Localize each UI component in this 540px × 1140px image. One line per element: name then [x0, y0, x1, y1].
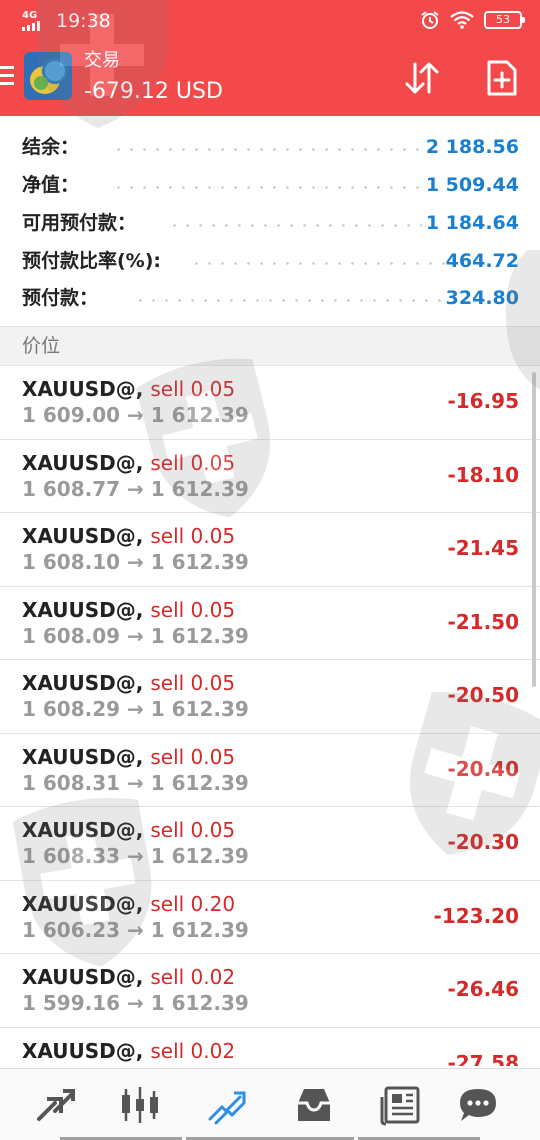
- order-profit: -26.46: [447, 977, 519, 1001]
- order-profit: -18.10: [447, 462, 519, 487]
- list-item[interactable]: XAUUSD@, sell 0.05 1 608.10 → 1 612.39 -…: [0, 513, 540, 587]
- equity-label: 净值：: [22, 174, 80, 196]
- margin-value: 324.80: [445, 287, 519, 309]
- list-item[interactable]: XAUUSD@, sell 0.05 1 609.00 → 1 612.39 -…: [0, 366, 540, 440]
- news-icon[interactable]: [378, 1083, 422, 1127]
- order-side: sell 0.05: [150, 597, 236, 622]
- order-prices: 1 606.23 → 1 612.39: [22, 917, 249, 942]
- order-side: sell 0.02: [150, 965, 236, 989]
- page-title: 交易: [84, 50, 120, 71]
- network-type: 4G: [22, 10, 38, 21]
- equity-value: 1 509.44: [425, 174, 519, 196]
- signal-icon: [22, 21, 40, 31]
- wifi-icon: [450, 11, 474, 29]
- list-item[interactable]: XAUUSD@, sell 0.20 1 606.23 → 1 612.39 -…: [0, 881, 540, 954]
- positions-list[interactable]: XAUUSD@, sell 0.05 1 609.00 → 1 612.39 -…: [0, 366, 540, 1066]
- order-side: sell 0.20: [150, 891, 236, 916]
- balance-value: 2 188.56: [425, 136, 519, 158]
- order-symbol: XAUUSD@,: [22, 891, 144, 916]
- history-icon[interactable]: [292, 1083, 336, 1127]
- order-prices: 1 608.09 → 1 612.39: [22, 623, 249, 648]
- bottom-navigation: [0, 1068, 540, 1140]
- status-bar: 4G 19:38 53: [0, 0, 540, 42]
- order-side: sell 0.05: [150, 671, 236, 695]
- order-prices: 1 608.31 → 1 612.39: [22, 770, 249, 795]
- scrollbar[interactable]: [532, 372, 536, 687]
- status-time: 19:38: [56, 10, 111, 32]
- order-side: sell 0.02: [150, 1038, 236, 1063]
- order-side: sell 0.05: [150, 450, 236, 475]
- order-profit: -16.95: [447, 389, 519, 413]
- summary-row-margin: 预付款： 324.80: [0, 278, 540, 315]
- free-margin-value: 1 184.64: [425, 212, 519, 234]
- list-item[interactable]: XAUUSD@, sell 0.05 1 608.33 → 1 612.39 -…: [0, 807, 540, 881]
- summary-row-margin-level: 预付款比率(%): 464.72: [0, 241, 540, 278]
- order-profit: -20.30: [447, 830, 519, 854]
- section-header: 价位: [0, 326, 540, 366]
- total-profit: -679.12 USD: [84, 79, 223, 104]
- app-header: 4G 19:38 53 交易 -679.12 USD: [0, 0, 540, 116]
- order-symbol: XAUUSD@,: [22, 965, 144, 989]
- order-side: sell 0.05: [150, 818, 236, 842]
- order-side: sell 0.05: [150, 524, 236, 548]
- chart-icon[interactable]: [118, 1083, 162, 1127]
- list-item[interactable]: XAUUSD@, sell 0.05 1 608.09 → 1 612.39 -…: [0, 587, 540, 660]
- chat-icon[interactable]: [456, 1083, 500, 1127]
- order-symbol: XAUUSD@,: [22, 450, 144, 475]
- order-profit: -21.45: [447, 536, 519, 560]
- sort-icon[interactable]: [402, 58, 442, 98]
- quotes-icon[interactable]: [33, 1083, 77, 1127]
- list-item[interactable]: XAUUSD@, sell 0.05 1 608.77 → 1 612.39 -…: [0, 440, 540, 513]
- list-item[interactable]: XAUUSD@, sell 0.02 1 599.16 → 1 612.39 -…: [0, 954, 540, 1028]
- order-prices: 1 608.29 → 1 612.39: [22, 697, 249, 721]
- trade-icon[interactable]: [206, 1083, 250, 1127]
- new-order-icon[interactable]: [482, 58, 522, 98]
- order-profit: -21.50: [447, 609, 519, 634]
- summary-row-free-margin: 可用预付款： 1 184.64: [0, 203, 540, 240]
- menu-icon[interactable]: [0, 66, 16, 88]
- list-item[interactable]: XAUUSD@, sell 0.02 -27.58: [0, 1028, 540, 1067]
- battery-icon: 53: [484, 11, 525, 29]
- order-symbol: XAUUSD@,: [22, 818, 144, 842]
- order-symbol: XAUUSD@,: [22, 671, 144, 695]
- order-side: sell 0.05: [150, 377, 236, 401]
- order-prices: 1 599.16 → 1 612.39: [22, 991, 249, 1015]
- order-symbol: XAUUSD@,: [22, 524, 144, 548]
- order-symbol: XAUUSD@,: [22, 377, 144, 401]
- list-item[interactable]: XAUUSD@, sell 0.05 1 608.31 → 1 612.39 -…: [0, 734, 540, 807]
- app-logo: [24, 52, 72, 100]
- summary-row-balance: 结余： 2 188.56: [0, 127, 540, 164]
- order-profit: -27.58: [447, 1050, 519, 1067]
- section-title: 价位: [22, 335, 61, 357]
- order-prices: 1 608.10 → 1 612.39: [22, 550, 249, 574]
- order-side: sell 0.05: [150, 744, 236, 769]
- alarm-icon: [421, 11, 439, 29]
- list-item[interactable]: XAUUSD@, sell 0.05 1 608.29 → 1 612.39 -…: [0, 660, 540, 734]
- order-prices: 1 608.33 → 1 612.39: [22, 844, 249, 868]
- free-margin-label: 可用预付款：: [22, 212, 137, 234]
- account-summary: 结余： 2 188.56 净值： 1 509.44 可用预付款： 1 184.6…: [0, 116, 540, 326]
- balance-label: 结余：: [22, 136, 80, 158]
- order-profit: -123.20: [433, 903, 519, 928]
- order-symbol: XAUUSD@,: [22, 1038, 144, 1063]
- order-profit: -20.40: [447, 756, 519, 781]
- margin-level-label: 预付款比率(%):: [22, 250, 162, 272]
- margin-level-value: 464.72: [445, 250, 519, 272]
- order-prices: 1 609.00 → 1 612.39: [22, 403, 249, 427]
- order-symbol: XAUUSD@,: [22, 597, 144, 622]
- order-profit: -20.50: [447, 683, 519, 707]
- order-prices: 1 608.77 → 1 612.39: [22, 476, 249, 501]
- margin-label: 预付款：: [22, 287, 99, 309]
- summary-row-equity: 净值： 1 509.44: [0, 165, 540, 202]
- order-symbol: XAUUSD@,: [22, 744, 144, 769]
